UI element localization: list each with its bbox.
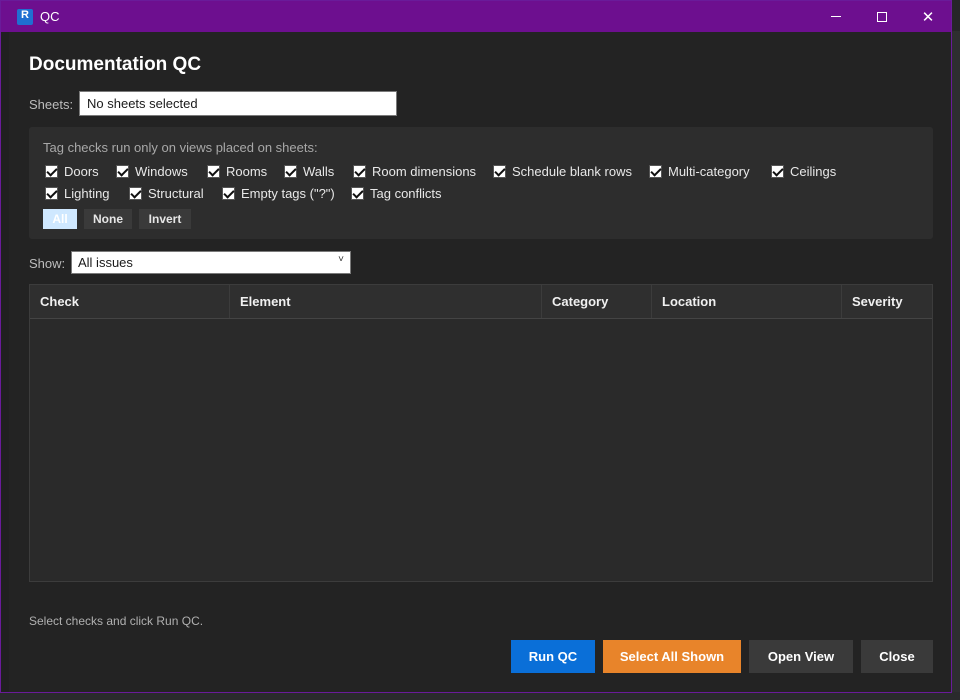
checkbox-icon[interactable] xyxy=(284,165,297,178)
checkbox-icon[interactable] xyxy=(353,165,366,178)
check-structural[interactable]: Structural xyxy=(129,186,204,201)
show-filter-value: All issues xyxy=(78,255,133,270)
tag-checks-panel: Tag checks run only on views placed on s… xyxy=(29,127,933,239)
column-header-check[interactable]: Check xyxy=(30,285,230,318)
column-header-element[interactable]: Element xyxy=(230,285,542,318)
check-walls[interactable]: Walls xyxy=(284,164,334,179)
checkbox-icon[interactable] xyxy=(207,165,220,178)
minimize-icon xyxy=(831,16,841,17)
check-label: Walls xyxy=(303,164,335,179)
select-all-shown-button[interactable]: Select All Shown xyxy=(603,640,741,673)
check-empty-tags[interactable]: Empty tags ("?") xyxy=(222,186,335,201)
revit-app-icon xyxy=(17,8,33,25)
window-title: QC xyxy=(40,9,60,24)
results-grid[interactable]: Check Element Category Location Severity xyxy=(29,284,933,582)
maximize-icon xyxy=(877,11,887,22)
check-label: Doors xyxy=(64,164,99,179)
checkbox-icon[interactable] xyxy=(129,187,142,200)
checkbox-icon[interactable] xyxy=(45,165,58,178)
check-multi-category[interactable]: Multi-category xyxy=(649,164,750,179)
check-rooms[interactable]: Rooms xyxy=(207,164,267,179)
status-text: Select checks and click Run QC. xyxy=(29,614,204,628)
check-windows[interactable]: Windows xyxy=(116,164,188,179)
column-header-location[interactable]: Location xyxy=(652,285,842,318)
grid-header: Check Element Category Location Severity xyxy=(30,285,932,319)
select-none-checks-button[interactable]: None xyxy=(84,209,132,229)
check-label: Ceilings xyxy=(790,164,837,179)
check-label: Structural xyxy=(148,186,204,201)
check-label: Windows xyxy=(135,164,188,179)
column-header-category[interactable]: Category xyxy=(542,285,652,318)
chevron-down-icon: ˅ xyxy=(338,254,344,265)
checkbox-icon[interactable] xyxy=(45,187,58,200)
maximize-button[interactable] xyxy=(859,1,905,32)
check-label: Rooms xyxy=(226,164,268,179)
dialog-content: Documentation QC Sheets: No sheets selec… xyxy=(9,32,951,692)
check-label: Tag conflicts xyxy=(370,186,442,201)
title-bar[interactable]: QC ✕ xyxy=(1,1,951,32)
check-label: Schedule blank rows xyxy=(512,164,632,179)
check-label: Room dimensions xyxy=(372,164,477,179)
close-icon: ✕ xyxy=(921,8,935,26)
check-lighting[interactable]: Lighting xyxy=(45,186,110,201)
invert-checks-button[interactable]: Invert xyxy=(139,209,191,229)
check-doors[interactable]: Doors xyxy=(45,164,99,179)
checkbox-icon[interactable] xyxy=(351,187,364,200)
checkbox-icon[interactable] xyxy=(222,187,235,200)
checkbox-icon[interactable] xyxy=(771,165,784,178)
run-qc-button[interactable]: Run QC xyxy=(511,640,595,673)
close-button[interactable]: Close xyxy=(861,640,933,673)
window-close-button[interactable]: ✕ xyxy=(905,1,951,32)
tag-checks-caption: Tag checks run only on views placed on s… xyxy=(43,140,318,155)
show-filter-label: Show: xyxy=(29,256,66,271)
check-label: Multi-category xyxy=(668,164,750,179)
check-ceilings[interactable]: Ceilings xyxy=(771,164,836,179)
open-view-button[interactable]: Open View xyxy=(749,640,853,673)
checkbox-icon[interactable] xyxy=(116,165,129,178)
check-label: Empty tags ("?") xyxy=(241,186,335,201)
check-room-dimensions[interactable]: Room dimensions xyxy=(353,164,476,179)
column-header-severity[interactable]: Severity xyxy=(842,285,932,318)
sheets-label: Sheets: xyxy=(29,97,74,112)
check-label: Lighting xyxy=(64,186,110,201)
show-filter-select[interactable]: All issues ˅ xyxy=(71,251,351,274)
select-all-checks-button[interactable]: All xyxy=(43,209,77,229)
check-tag-conflicts[interactable]: Tag conflicts xyxy=(351,186,442,201)
qc-window: QC ✕ Documentation QC Sheets: No sheets … xyxy=(0,0,952,693)
checkbox-icon[interactable] xyxy=(649,165,662,178)
background-app-bottom xyxy=(0,692,960,700)
sheets-field[interactable]: No sheets selected xyxy=(79,91,397,116)
page-title: Documentation QC xyxy=(29,54,202,75)
minimize-button[interactable] xyxy=(813,1,859,32)
check-schedule-blank-rows[interactable]: Schedule blank rows xyxy=(493,164,632,179)
checkbox-icon[interactable] xyxy=(493,165,506,178)
